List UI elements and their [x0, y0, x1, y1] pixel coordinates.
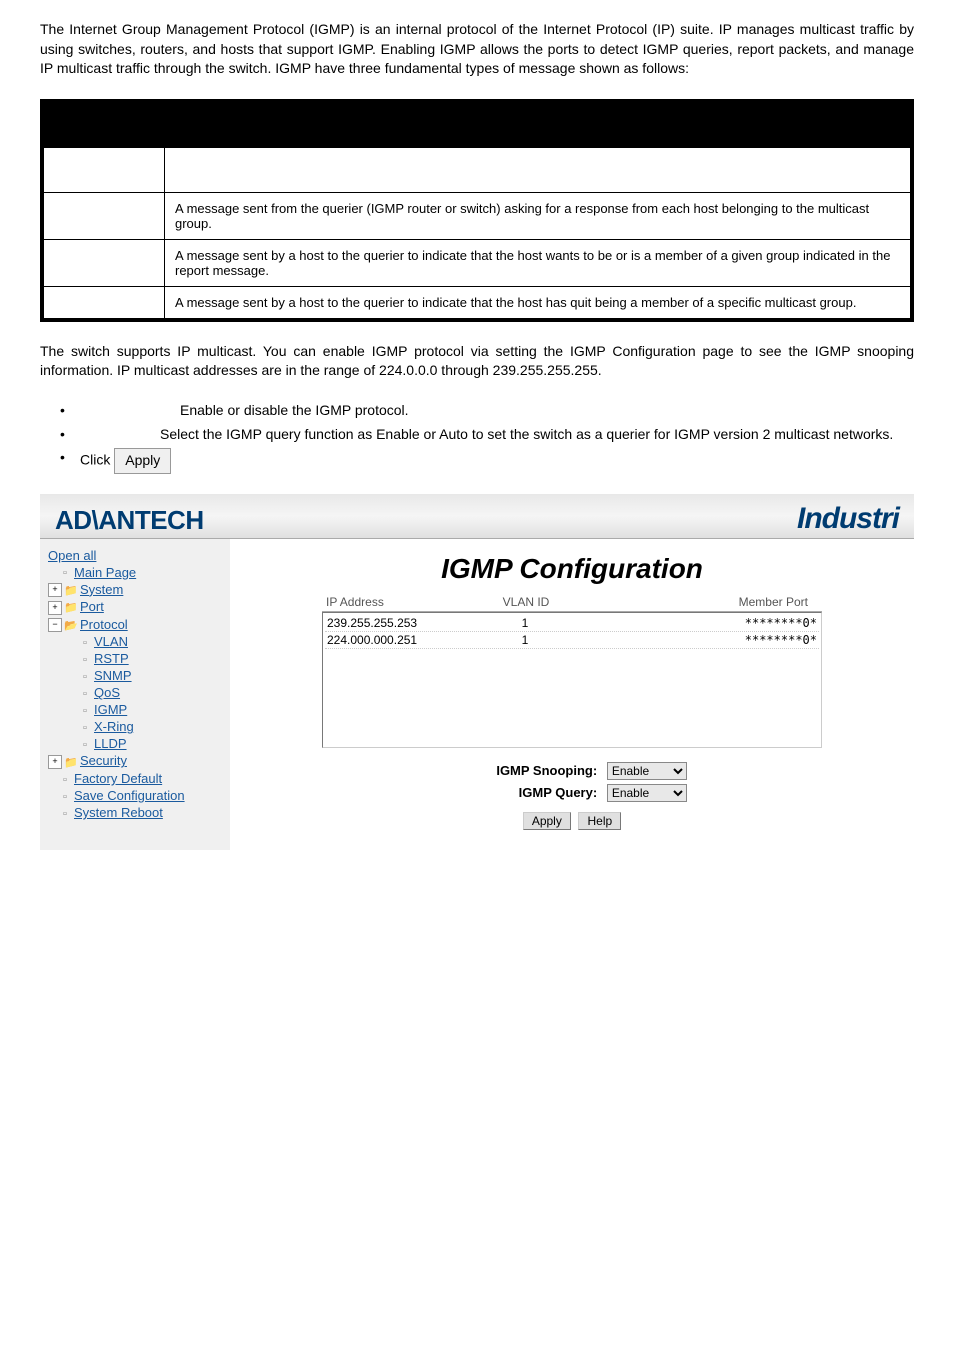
cell-member: ********0*	[585, 633, 817, 647]
list-item: Click Apply	[80, 448, 914, 474]
sidebar-item-qos[interactable]: ▫QoS	[40, 684, 230, 701]
page-icon: ▫	[78, 705, 92, 717]
list-item: Select the IGMP query function as Enable…	[80, 425, 914, 445]
header-member: Member Port	[586, 595, 818, 609]
sidebar-item-system[interactable]: +📁System	[40, 581, 230, 599]
folder-icon: 📁	[64, 601, 78, 614]
sidebar-item-save-config[interactable]: ▫Save Configuration	[40, 787, 230, 804]
cell-ip: 239.255.255.253	[327, 616, 465, 630]
industri-logo: Industri	[797, 502, 899, 536]
query-label: IGMP Query:	[457, 785, 597, 800]
instruction-list: Enable or disable the IGMP protocol. Sel…	[40, 401, 914, 474]
table-row: A message sent by a host to the querier …	[44, 239, 911, 286]
list-item[interactable]: 224.000.000.251 1 ********0*	[325, 632, 819, 649]
igmp-intro-text: The Internet Group Management Protocol (…	[40, 20, 914, 79]
list-item[interactable]: 239.255.255.253 1 ********0*	[325, 615, 819, 632]
main-panel: IGMP Configuration IP Address VLAN ID Me…	[230, 539, 914, 850]
config-table-header: IP Address VLAN ID Member Port	[322, 595, 822, 612]
table-header-black	[44, 102, 911, 147]
config-screenshot: AD\ANTECH Industri Open all ▫Main Page +…	[40, 494, 914, 850]
page-icon: ▫	[58, 808, 72, 820]
open-all-link[interactable]: Open all	[40, 547, 230, 564]
folder-icon: 📁	[64, 584, 78, 597]
list-item: Enable or disable the IGMP protocol.	[80, 401, 914, 421]
page-icon: ▫	[78, 671, 92, 683]
folder-open-icon: 📂	[64, 619, 78, 632]
snooping-select[interactable]: Enable	[607, 762, 687, 780]
help-button[interactable]: Help	[578, 812, 621, 830]
sidebar-item-port[interactable]: +📁Port	[40, 598, 230, 616]
page-icon: ▫	[78, 688, 92, 700]
msg-label	[44, 239, 165, 286]
table-subheader-right	[165, 147, 911, 192]
collapse-icon[interactable]: −	[48, 618, 62, 632]
sidebar-item-security[interactable]: +📁Security	[40, 752, 230, 770]
sidebar-item-system-reboot[interactable]: ▫System Reboot	[40, 804, 230, 821]
page-icon: ▫	[58, 791, 72, 803]
sidebar-item-xring[interactable]: ▫X-Ring	[40, 718, 230, 735]
cell-ip: 224.000.000.251	[327, 633, 465, 647]
sidebar-item-protocol[interactable]: −📂Protocol	[40, 616, 230, 634]
page-icon: ▫	[78, 722, 92, 734]
sidebar-item-vlan[interactable]: ▫VLAN	[40, 633, 230, 650]
page-icon: ▫	[78, 637, 92, 649]
apply-button[interactable]: Apply	[523, 812, 571, 830]
sidebar-item-lldp[interactable]: ▫LLDP	[40, 735, 230, 752]
table-row: A message sent from the querier (IGMP ro…	[44, 192, 911, 239]
expand-icon[interactable]: +	[48, 601, 62, 615]
page-icon: ▫	[58, 567, 72, 579]
message-table: A message sent from the querier (IGMP ro…	[40, 99, 914, 322]
expand-icon[interactable]: +	[48, 755, 62, 769]
msg-label	[44, 286, 165, 318]
header-vlan: VLAN ID	[466, 595, 586, 609]
page-icon: ▫	[78, 739, 92, 751]
config-listbox[interactable]: 239.255.255.253 1 ********0* 224.000.000…	[322, 612, 822, 748]
cell-member: ********0*	[585, 616, 817, 630]
sidebar-item-rstp[interactable]: ▫RSTP	[40, 650, 230, 667]
page-icon: ▫	[78, 654, 92, 666]
msg-label	[44, 192, 165, 239]
header-ip: IP Address	[326, 595, 466, 609]
folder-icon: 📁	[64, 756, 78, 769]
multicast-description: The switch supports IP multicast. You ca…	[40, 342, 914, 381]
page-title: IGMP Configuration	[250, 553, 894, 585]
table-row: A message sent by a host to the querier …	[44, 286, 911, 318]
page-icon: ▫	[58, 774, 72, 786]
apply-inline-button: Apply	[114, 448, 171, 474]
msg-desc: A message sent from the querier (IGMP ro…	[165, 192, 911, 239]
sidebar-item-snmp[interactable]: ▫SNMP	[40, 667, 230, 684]
query-select[interactable]: Enable	[607, 784, 687, 802]
cell-vlan: 1	[465, 633, 585, 647]
advantech-logo: AD\ANTECH	[55, 505, 204, 536]
snooping-label: IGMP Snooping:	[457, 763, 597, 778]
msg-desc: A message sent by a host to the querier …	[165, 286, 911, 318]
msg-desc: A message sent by a host to the querier …	[165, 239, 911, 286]
cell-vlan: 1	[465, 616, 585, 630]
sidebar-item-mainpage[interactable]: ▫Main Page	[40, 564, 230, 581]
sidebar-item-factory-default[interactable]: ▫Factory Default	[40, 770, 230, 787]
sidebar-item-igmp[interactable]: ▫IGMP	[40, 701, 230, 718]
table-subheader-left	[44, 147, 165, 192]
nav-sidebar: Open all ▫Main Page +📁System +📁Port −📂Pr…	[40, 539, 230, 850]
expand-icon[interactable]: +	[48, 583, 62, 597]
brand-header: AD\ANTECH Industri	[40, 494, 914, 539]
